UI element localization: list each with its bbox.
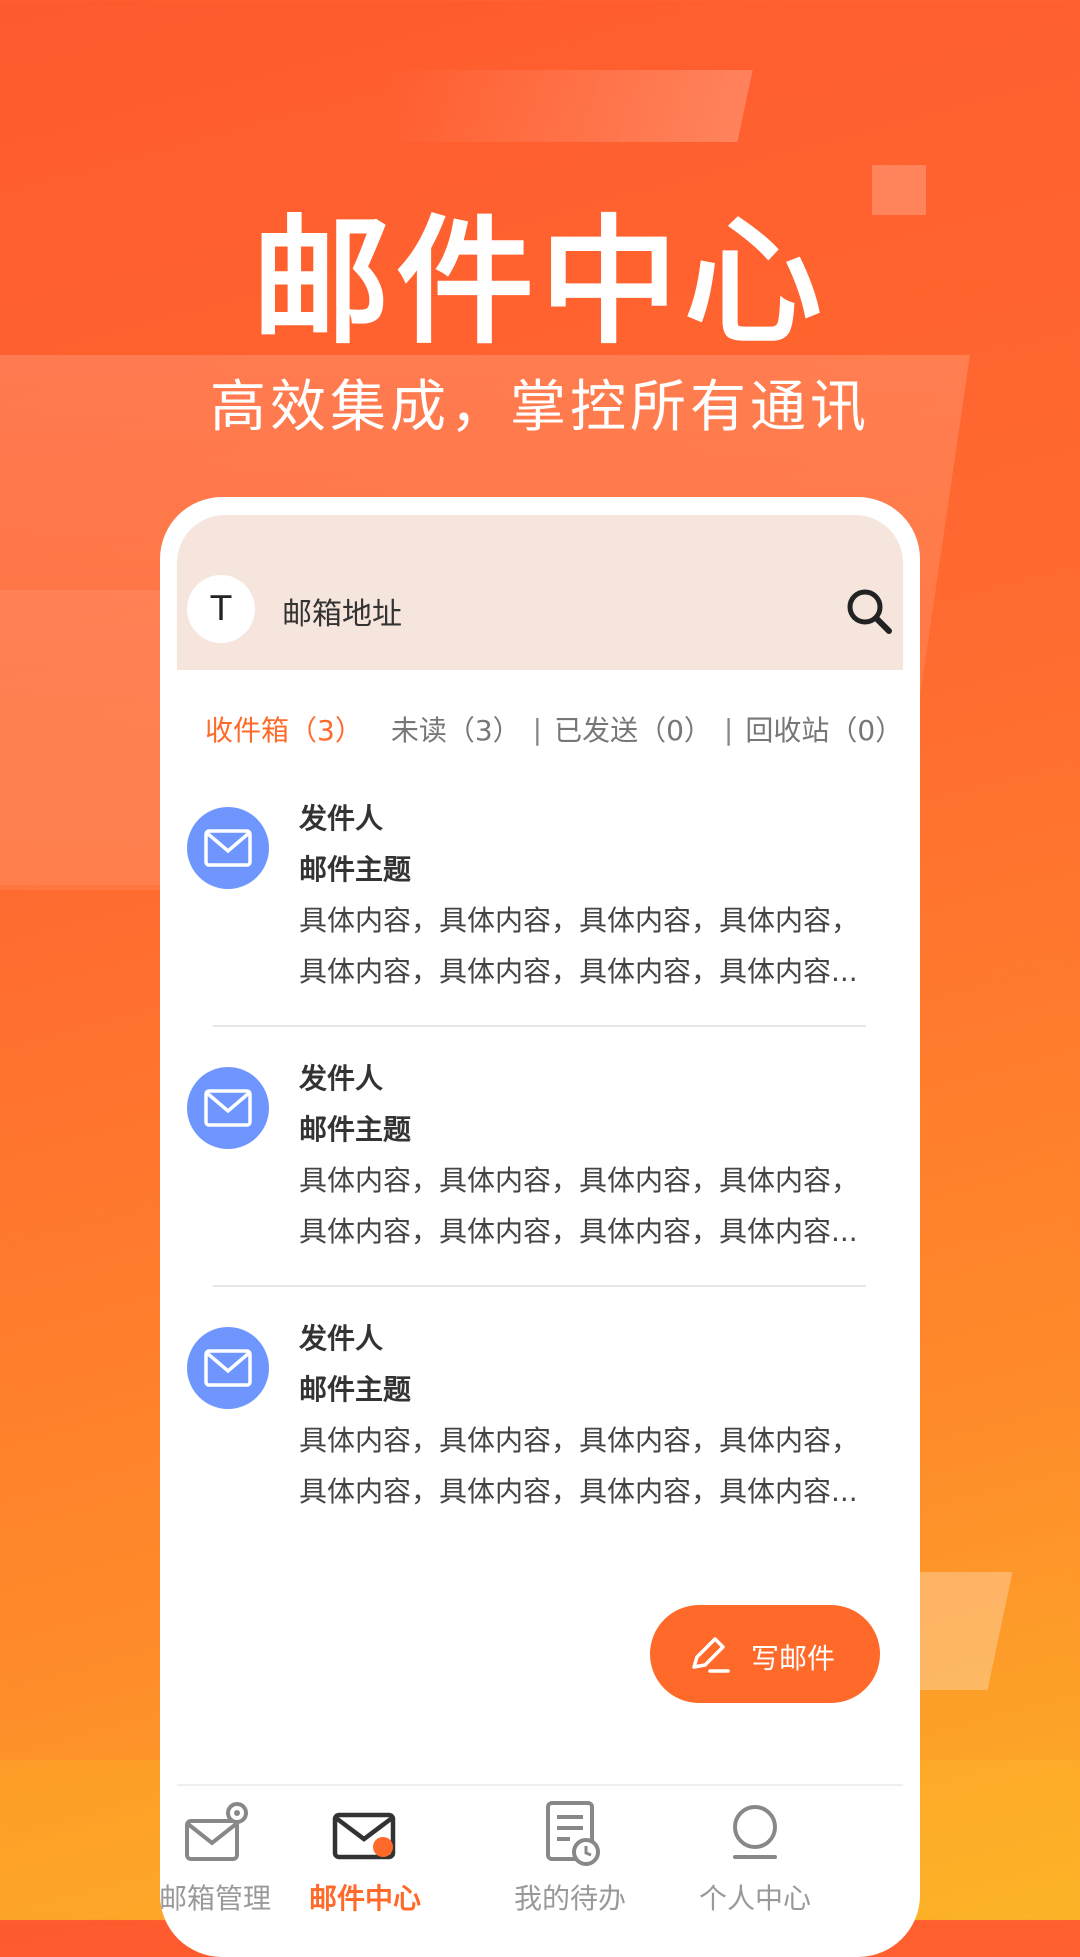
tabbar-item-mailbox-management[interactable]: 邮箱管理 xyxy=(130,1797,300,1937)
tab-separator: | xyxy=(532,712,543,746)
search-icon[interactable] xyxy=(845,587,895,637)
mail-subject: 邮件主题 xyxy=(299,1113,412,1146)
mail-preview-line: 具体内容，具体内容，具体内容，具体内容， xyxy=(299,1424,860,1457)
envelope-icon xyxy=(187,807,269,889)
tabbar-label: 邮件中心 xyxy=(308,1882,421,1915)
hero-title: 邮件中心 xyxy=(251,202,828,363)
mailbox-address[interactable]: 邮箱地址 xyxy=(282,589,402,633)
mail-list-item[interactable]: 发件人 邮件主题 具体内容，具体内容，具体内容，具体内容， 具体内容，具体内容，… xyxy=(187,797,887,1037)
phone-mockup: T 邮箱地址 收件箱（3） 未读（3） | 已发送（0） | 回收站（0） 发件… xyxy=(159,497,920,1957)
divider xyxy=(213,1025,866,1027)
mailbox-settings-icon xyxy=(185,1802,248,1861)
tab-inbox[interactable]: 收件箱（3） xyxy=(205,709,363,749)
hero-subtitle: 高效集成，掌控所有通讯 xyxy=(210,375,870,440)
envelope-icon xyxy=(187,1327,269,1409)
tab-trash[interactable]: 回收站（0） xyxy=(745,709,903,749)
mail-sender: 发件人 xyxy=(299,802,384,835)
tabbar-item-todo[interactable]: 我的待办 xyxy=(485,1797,655,1937)
mail-preview-line: 具体内容，具体内容，具体内容，具体内容... xyxy=(299,955,858,988)
tabbar-label: 个人中心 xyxy=(698,1882,811,1915)
tab-unread[interactable]: 未读（3） xyxy=(391,709,521,749)
tabbar-item-profile[interactable]: 个人中心 xyxy=(670,1797,840,1937)
mail-preview-line: 具体内容，具体内容，具体内容，具体内容... xyxy=(299,1215,858,1248)
tab-separator: | xyxy=(723,712,734,746)
mail-sender: 发件人 xyxy=(299,1062,384,1095)
divider xyxy=(213,1285,866,1287)
avatar[interactable]: T xyxy=(187,575,255,643)
mail-sender: 发件人 xyxy=(299,1322,384,1355)
mail-preview-line: 具体内容，具体内容，具体内容，具体内容， xyxy=(299,904,860,937)
pen-icon xyxy=(692,1637,730,1673)
mail-list-item[interactable]: 发件人 邮件主题 具体内容，具体内容，具体内容，具体内容， 具体内容，具体内容，… xyxy=(187,1317,887,1557)
todo-clock-icon xyxy=(546,1801,600,1866)
mail-folder-tabs: 收件箱（3） 未读（3） | 已发送（0） | 回收站（0） xyxy=(205,709,903,749)
tabbar-label: 我的待办 xyxy=(513,1882,626,1915)
user-icon xyxy=(733,1805,777,1859)
tab-sent[interactable]: 已发送（0） xyxy=(554,709,712,749)
tabbar-label: 邮箱管理 xyxy=(158,1882,271,1915)
mail-preview-line: 具体内容，具体内容，具体内容，具体内容... xyxy=(299,1475,858,1508)
mail-center-icon xyxy=(332,1812,396,1860)
tabbar-divider xyxy=(177,1784,903,1786)
envelope-icon xyxy=(187,1067,269,1149)
mail-subject: 邮件主题 xyxy=(299,853,412,886)
mail-preview-line: 具体内容，具体内容，具体内容，具体内容， xyxy=(299,1164,860,1197)
compose-button[interactable]: 写邮件 xyxy=(650,1605,880,1703)
decor-stripe xyxy=(372,70,753,142)
mailbox-header: T 邮箱地址 xyxy=(177,515,903,670)
compose-label: 写邮件 xyxy=(751,1642,836,1675)
decor-panel-left xyxy=(0,590,160,890)
tabbar-item-mail-center[interactable]: 邮件中心 xyxy=(280,1797,450,1937)
mail-subject: 邮件主题 xyxy=(299,1373,412,1406)
mail-list-item[interactable]: 发件人 邮件主题 具体内容，具体内容，具体内容，具体内容， 具体内容，具体内容，… xyxy=(187,1057,887,1297)
